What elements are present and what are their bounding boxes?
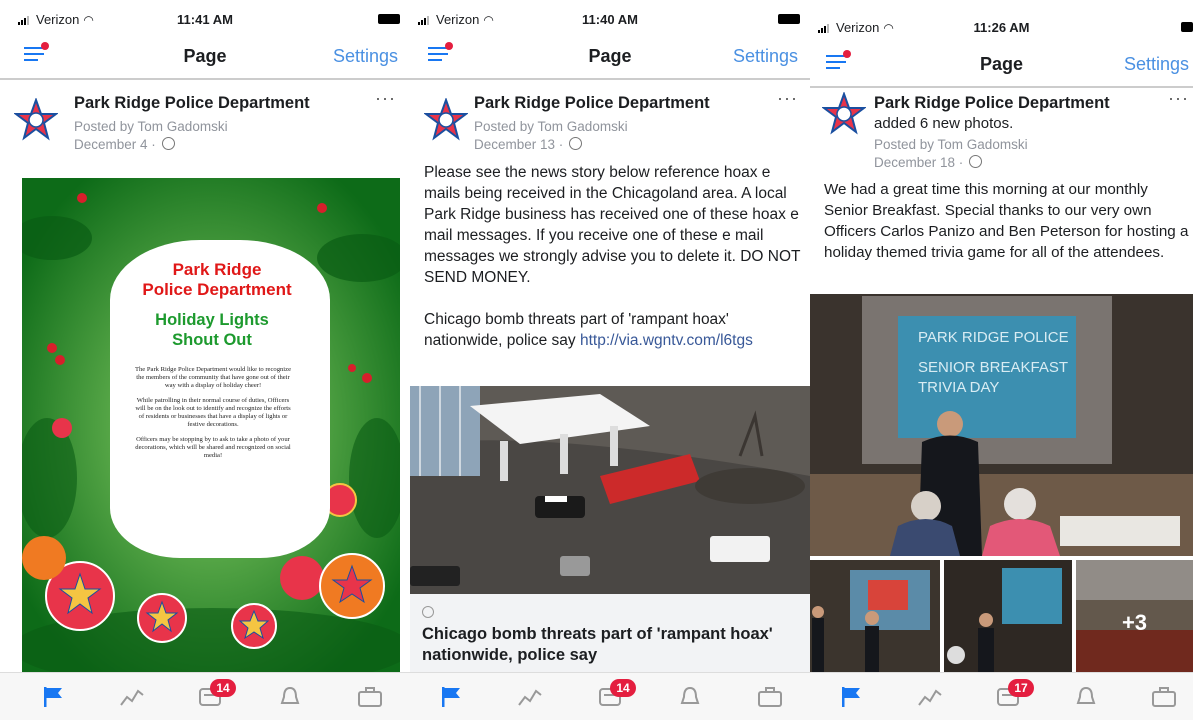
status-bar: Verizon ◠ 11:41 AM: [0, 0, 410, 34]
bell-icon[interactable]: [276, 685, 304, 709]
flag-icon[interactable]: [40, 685, 68, 709]
screenshot-panel-1: Verizon ◠ 11:41 AM Page Settings Park Ri…: [0, 0, 410, 720]
ornaments: [22, 536, 385, 649]
post-body: Please see the news story below referenc…: [424, 164, 801, 349]
post-header: Park Ridge Police Department Posted by T…: [410, 86, 810, 156]
slide-line-2: SENIOR BREAKFAST: [918, 359, 1069, 376]
police-badge-icon[interactable]: [822, 92, 866, 136]
status-time: 11:40 AM: [582, 12, 638, 27]
post-date[interactable]: December 4 ·: [74, 137, 175, 152]
police-badge-icon[interactable]: [14, 98, 58, 142]
notification-badge: 14: [210, 679, 236, 697]
link-icon: [422, 606, 434, 618]
status-bar: Verizon ◠ 11:26 AM: [810, 8, 1193, 42]
news-photo[interactable]: [410, 386, 810, 594]
post-header: Park Ridge Police Department Posted by T…: [0, 86, 410, 156]
activity-icon[interactable]: [916, 685, 944, 709]
more-options-icon[interactable]: ···: [375, 88, 396, 109]
notification-badge: 17: [1008, 679, 1034, 697]
flag-icon[interactable]: [838, 685, 866, 709]
screenshot-panel-3: Verizon ◠ 11:26 AM Page Settings Park Ri…: [810, 0, 1193, 720]
inbox-tab[interactable]: 14: [196, 679, 236, 709]
aerial-scene: [410, 386, 810, 594]
link-preview-card[interactable]: Chicago bomb threats part of 'rampant ho…: [410, 594, 810, 672]
post-date-text: December 13 ·: [474, 137, 564, 152]
status-time: 11:26 AM: [973, 20, 1030, 35]
inbox-tab[interactable]: 17: [994, 679, 1034, 709]
battery-icon: [378, 14, 400, 24]
notification-badge: 14: [610, 679, 636, 697]
flag-icon[interactable]: [438, 685, 466, 709]
battery-icon: [778, 14, 800, 24]
posted-by: Posted by Tom Gadomski: [874, 137, 1028, 152]
briefcase-icon[interactable]: [756, 685, 784, 709]
post-text: Please see the news story below referenc…: [424, 162, 802, 351]
more-options-icon[interactable]: ···: [1168, 88, 1189, 109]
page-name-link[interactable]: Park Ridge Police Department: [74, 94, 310, 113]
main-event-photo[interactable]: PARK RIDGE POLICE SENIOR BREAKFAST TRIVI…: [810, 294, 1193, 556]
tab-bar: 17: [810, 672, 1193, 720]
post-date-text: December 18 ·: [874, 155, 964, 170]
thumb-photo-1[interactable]: [810, 560, 940, 672]
nav-bar: Page Settings: [410, 34, 810, 80]
page-name-link[interactable]: Park Ridge Police Department: [874, 94, 1110, 113]
thumb-scene-1: [810, 560, 940, 672]
post-link[interactable]: http://via.wgntv.com/l6tgs: [580, 332, 753, 349]
post-date-text: December 4 ·: [74, 137, 156, 152]
nav-bar: Page Settings: [0, 34, 410, 80]
slide-line-1: PARK RIDGE POLICE: [918, 329, 1069, 346]
page-name-link[interactable]: Park Ridge Police Department: [474, 94, 710, 113]
tab-bar: 14: [410, 672, 810, 720]
bell-icon[interactable]: [1072, 685, 1100, 709]
globe-icon: [161, 137, 175, 150]
status-bar: Verizon ◠ 11:40 AM: [410, 0, 810, 34]
more-photos-count: +3: [1121, 610, 1148, 635]
thumb-photo-3[interactable]: +3: [1076, 560, 1193, 672]
post-text: We had a great time this morning at our …: [824, 181, 1189, 261]
thumb-photo-2[interactable]: [944, 560, 1072, 672]
settings-button[interactable]: Settings: [333, 46, 398, 67]
post-header: Park Ridge Police Department added 6 new…: [810, 86, 1193, 176]
police-badge-icon[interactable]: [424, 98, 468, 142]
post-date[interactable]: December 13 ·: [474, 137, 583, 152]
more-options-icon[interactable]: ···: [777, 88, 798, 109]
globe-icon: [969, 155, 983, 168]
briefcase-icon[interactable]: [356, 685, 384, 709]
tab-bar: 14: [0, 672, 410, 720]
status-time: 11:41 AM: [177, 12, 233, 27]
nav-bar: Page Settings: [810, 42, 1193, 88]
settings-button[interactable]: Settings: [1124, 54, 1189, 75]
slide-line-3: TRIVIA DAY: [918, 379, 1000, 396]
activity-icon[interactable]: [516, 685, 544, 709]
bell-icon[interactable]: [676, 685, 704, 709]
thumb-scene-2: [944, 560, 1072, 672]
globe-icon: [569, 137, 583, 150]
slide-text: PARK RIDGE POLICE SENIOR BREAKFAST TRIVI…: [918, 328, 1069, 398]
settings-button[interactable]: Settings: [733, 46, 798, 67]
posted-by: Posted by Tom Gadomski: [74, 119, 228, 134]
briefcase-icon[interactable]: [1150, 685, 1178, 709]
inbox-tab[interactable]: 14: [596, 679, 636, 709]
battery-icon: [1181, 22, 1193, 32]
post-date[interactable]: December 18 ·: [874, 155, 983, 170]
activity-icon[interactable]: [118, 685, 146, 709]
holiday-flyer-image[interactable]: Park Ridge Police Department Holiday Lig…: [22, 178, 400, 672]
posted-by: Posted by Tom Gadomski: [474, 119, 628, 134]
link-preview-title: Chicago bomb threats part of 'rampant ho…: [422, 625, 773, 664]
screenshot-panel-2: Verizon ◠ 11:40 AM Page Settings Park Ri…: [410, 0, 810, 720]
post-action: added 6 new photos.: [874, 115, 1014, 132]
